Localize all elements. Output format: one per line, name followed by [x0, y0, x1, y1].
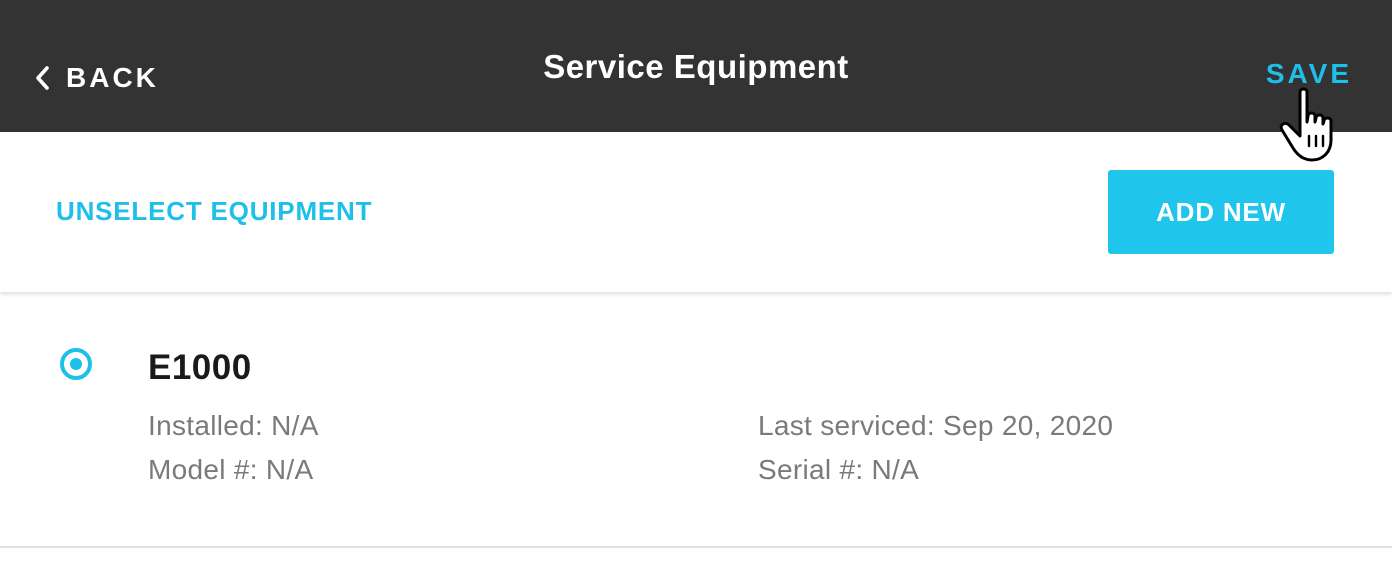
equipment-toolbar: UNSELECT EQUIPMENT ADD NEW	[0, 132, 1392, 292]
radio-dot	[70, 358, 82, 370]
model-value: Model #: N/A	[148, 454, 314, 485]
installed-value: Installed: N/A	[148, 410, 319, 441]
page-title: Service Equipment	[543, 48, 849, 85]
save-button[interactable]: SAVE	[1266, 58, 1352, 90]
equipment-list: E1000 Installed: N/A Model #: N/A Last s…	[0, 292, 1392, 578]
unselect-equipment-button[interactable]: UNSELECT EQUIPMENT	[56, 196, 372, 227]
add-new-button[interactable]: ADD NEW	[1108, 170, 1334, 254]
last-serviced-value: Last serviced: Sep 20, 2020	[758, 410, 1114, 441]
equipment-name: E1000	[148, 348, 252, 387]
radio-selected-icon[interactable]	[60, 348, 92, 380]
serial-value: Serial #: N/A	[758, 454, 920, 485]
top-bar: BACK Service Equipment SAVE	[0, 0, 1392, 132]
list-item[interactable]: E1000 Installed: N/A Model #: N/A Last s…	[0, 292, 1392, 548]
